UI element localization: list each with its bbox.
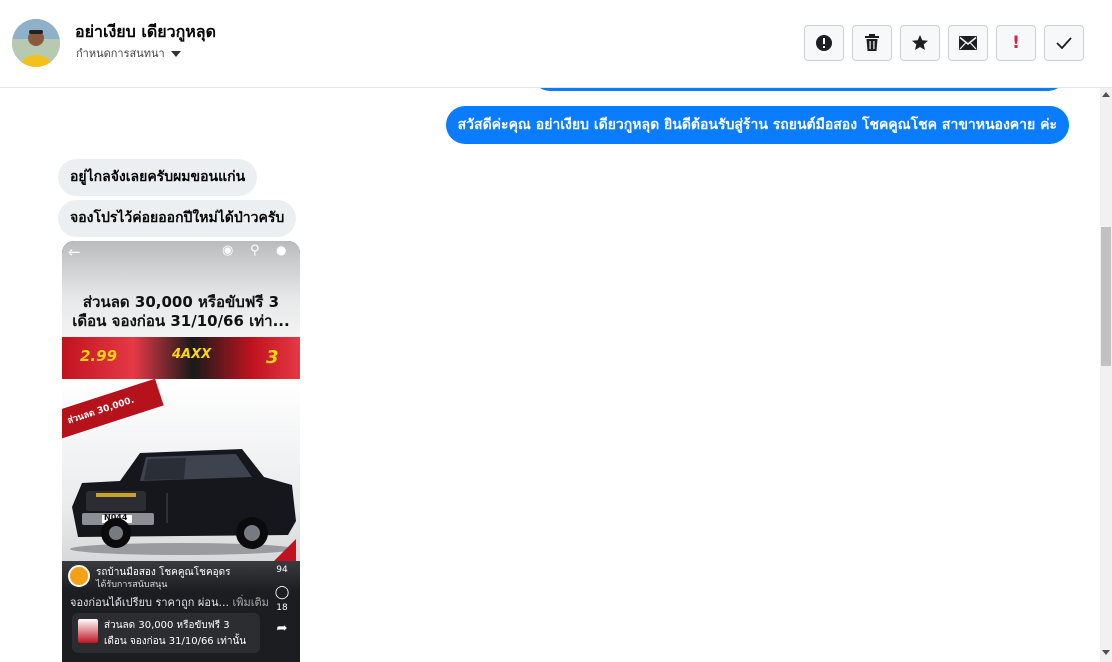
comment-icon: ◯ — [274, 585, 290, 600]
scroll-down-arrow-icon[interactable] — [1102, 650, 1110, 655]
conversation-settings-dropdown[interactable]: กำหนดการสนทนา — [76, 44, 181, 62]
attached-image[interactable]: ← ◉ ⚲ ● ส่วนลด 30,000 หรือขับฟรี 3 เดือน… — [62, 241, 300, 662]
sponsored-label: ได้รับการสนับสนุน — [96, 580, 168, 590]
ad-headline-line2: เดือน จองก่อน 31/10/66 เท่า... — [72, 312, 290, 330]
trash-icon — [865, 34, 879, 51]
check-icon — [1056, 37, 1072, 49]
ad-headline-line1: ส่วนลด 30,000 หรือขับฟรี 3 — [82, 293, 280, 311]
mark-done-button[interactable] — [1044, 25, 1084, 61]
delete-button[interactable] — [852, 25, 892, 61]
exclamation-icon: ! — [1012, 33, 1020, 53]
link-preview-card: ส่วนลด 30,000 หรือขับฟรี 3 เดือน จองก่อน… — [72, 613, 260, 653]
ad-footer: รถบ้านมือสอง โชคคูณโชคอุดร ได้รับการสนับ… — [62, 561, 300, 662]
ad-description: จองก่อนได้เปรียบ ราคาถูก ผ่อน... เพิ่มเต… — [70, 593, 269, 611]
scroll-up-arrow-icon[interactable] — [1102, 92, 1110, 97]
alert-circle-icon — [816, 35, 832, 51]
incoming-message: จองโปรไว้ค่อยออกปีใหม่ได้ป่าวครับ — [58, 200, 297, 237]
share-icon: ➦ — [276, 621, 288, 636]
incoming-message: อยู่ไกลจังเลยครับผมขอนแก่น — [58, 159, 258, 196]
report-button[interactable] — [804, 25, 844, 61]
link-preview-line2: เดือน จองก่อน 31/10/66 เท่านั้น — [104, 636, 247, 647]
vehicle-photo: ส่วนลด 30,000. N044 — [62, 378, 300, 565]
banner-value: 3 — [266, 347, 279, 368]
mail-icon — [959, 36, 977, 50]
pickup-truck-image — [70, 449, 296, 555]
outgoing-message-partial — [532, 88, 1066, 91]
conversation-settings-label: กำหนดการสนทนา — [76, 47, 165, 60]
banner-value: 2.99 — [80, 347, 118, 365]
license-plate: N044 — [104, 513, 128, 522]
profile-icon: ● — [276, 243, 287, 257]
camera-icon: ◉ — [222, 243, 234, 258]
mark-spam-button[interactable]: ! — [996, 25, 1036, 61]
scrollbar-track[interactable] — [1100, 88, 1112, 662]
comment-count: 18 — [276, 603, 288, 613]
conversation-header: อย่าเงียบ เดียวกูหลุด กำหนดการสนทนา ! — [0, 0, 1112, 88]
outgoing-message: สวัสดีค่ะคุณ อย่าเงียบ เดียวกูหลุด ยินดี… — [445, 106, 1069, 144]
star-icon — [912, 35, 928, 50]
page-avatar — [68, 565, 90, 587]
ad-headline: ส่วนลด 30,000 หรือขับฟรี 3 เดือน จองก่อน… — [62, 293, 300, 331]
caret-down-icon — [170, 51, 181, 57]
star-button[interactable] — [900, 25, 940, 61]
scrollbar-thumb[interactable] — [1101, 227, 1111, 366]
link-preview-text: ส่วนลด 30,000 หรือขับฟรี 3 เดือน จองก่อน… — [104, 618, 246, 650]
mark-unread-button[interactable] — [948, 25, 988, 61]
ad-screenshot-top: ← ◉ ⚲ ● ส่วนลด 30,000 หรือขับฟรี 3 เดือน… — [62, 241, 300, 337]
ad-description-text: จองก่อนได้เปรียบ ราคาถูก ผ่อน... — [70, 596, 229, 609]
header-actions: ! — [804, 25, 1084, 61]
banner-value: 4AXX — [172, 347, 212, 362]
like-count: 94 — [276, 565, 288, 575]
contact-avatar[interactable] — [12, 19, 60, 67]
link-preview-thumbnail — [78, 619, 98, 643]
see-more-link: เพิ่มเติม — [232, 596, 269, 609]
promo-banner: 2.99 4AXX 3 — [62, 337, 300, 379]
message-thread[interactable]: สวัสดีค่ะคุณ อย่าเงียบ เดียวกูหลุด ยินดี… — [0, 88, 1100, 662]
link-preview-line1: ส่วนลด 30,000 หรือขับฟรี 3 — [104, 620, 230, 631]
discount-ribbon: ส่วนลด 30,000. — [62, 378, 164, 440]
back-arrow-icon: ← — [68, 243, 81, 261]
contact-name[interactable]: อย่าเงียบ เดียวกูหลุด — [75, 20, 216, 45]
search-icon: ⚲ — [250, 243, 260, 258]
